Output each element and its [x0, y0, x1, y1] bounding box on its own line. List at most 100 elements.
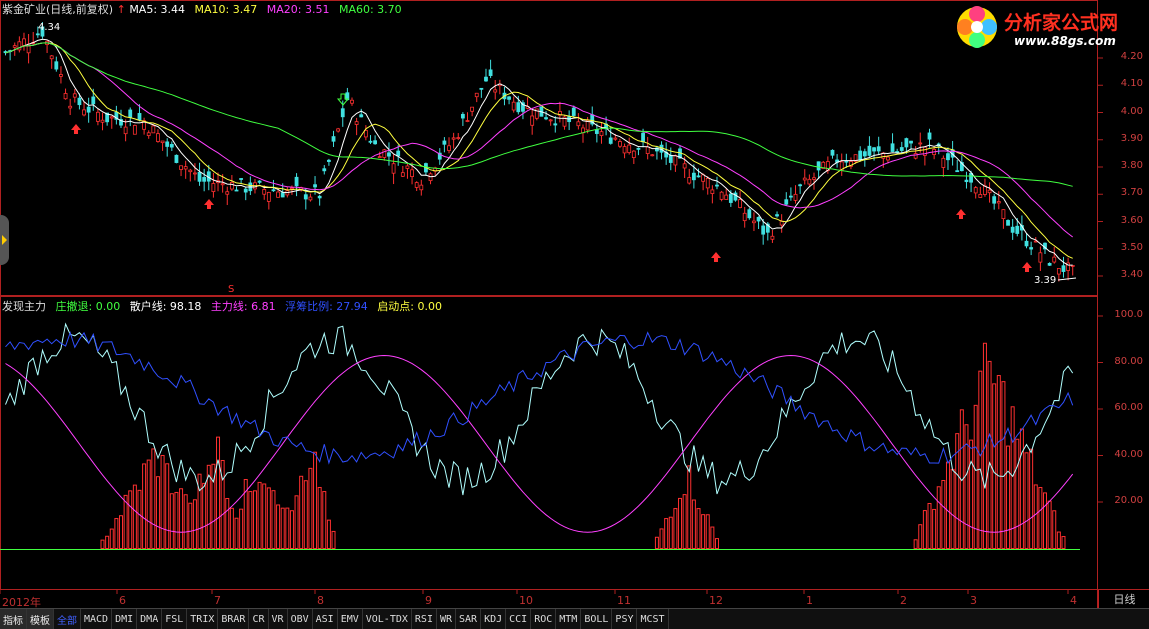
tab-wr[interactable]: WR — [437, 609, 457, 629]
candle-body — [987, 189, 992, 194]
indicator-bar — [257, 481, 262, 550]
tab-指标[interactable]: 指标 — [0, 609, 27, 629]
period-selector[interactable]: 日线 — [1098, 590, 1149, 608]
tab-asi[interactable]: ASI — [313, 609, 338, 629]
indicator-bar — [922, 510, 927, 550]
tab-brar[interactable]: BRAR — [218, 609, 250, 629]
site-logo: 分析家公式网 www.88gs.com — [952, 2, 1142, 52]
indicator-bar — [987, 360, 992, 549]
candle-body — [447, 145, 451, 151]
indicator-bar — [1001, 381, 1006, 549]
buy-arrow-icon — [1022, 262, 1032, 272]
candle-body — [373, 140, 378, 145]
candle-body — [927, 132, 932, 140]
candle-body — [844, 160, 849, 163]
indicator-bar — [151, 448, 156, 550]
indicator-bar — [188, 502, 193, 550]
tab-rsi[interactable]: RSI — [412, 609, 437, 629]
candle-body — [156, 133, 160, 142]
candle-body — [742, 212, 747, 222]
tab-roc[interactable]: ROC — [531, 609, 557, 629]
indicator-tick-label: 40.00 — [1114, 448, 1143, 460]
indicator-bar — [313, 451, 318, 549]
tab-emv[interactable]: EMV — [338, 609, 363, 629]
candle-body — [179, 165, 183, 170]
price-tick-label: 3.70 — [1120, 187, 1143, 199]
candle-body — [530, 115, 535, 126]
indicator-bar — [317, 486, 322, 550]
indicator-bar — [1010, 406, 1015, 549]
candle-body — [1010, 226, 1015, 233]
tab-vr[interactable]: VR — [269, 609, 288, 629]
candle-body — [886, 156, 890, 161]
tab-模板[interactable]: 模板 — [27, 609, 54, 629]
candle-body — [193, 172, 197, 175]
candle-body — [109, 116, 114, 119]
indicator-bar — [1061, 536, 1066, 549]
indicator-bar — [687, 465, 692, 549]
indicator-bar — [678, 497, 683, 549]
tab-mtm[interactable]: MTM — [556, 609, 582, 629]
indicator-bar — [978, 370, 983, 550]
tab-kdj[interactable]: KDJ — [481, 609, 507, 629]
indicator-bar — [941, 479, 946, 549]
tab-sar[interactable]: SAR — [456, 609, 482, 629]
indicator-bar — [1047, 500, 1052, 549]
candle-body — [414, 182, 419, 188]
candle-body — [410, 169, 414, 177]
candle-body — [359, 114, 364, 118]
low-pointer — [1057, 277, 1077, 281]
indicator-bar — [165, 463, 170, 550]
candle-body — [728, 193, 733, 203]
indicator-bar — [299, 475, 304, 550]
candle-body — [1029, 247, 1034, 250]
indicator-bar — [668, 516, 673, 549]
tab-mcst[interactable]: MCST — [637, 609, 669, 629]
tab-dma[interactable]: DMA — [137, 609, 163, 629]
candle-body — [705, 178, 710, 189]
candle-body — [793, 193, 798, 201]
candle-body — [876, 146, 881, 152]
candle-body — [899, 147, 904, 151]
candle-body — [964, 179, 969, 183]
candle-body — [322, 168, 327, 172]
candle-body — [1047, 263, 1052, 266]
candle-body — [973, 187, 978, 194]
candle-body — [35, 33, 40, 36]
expand-left-arrow-icon[interactable] — [0, 215, 9, 265]
candle-body — [1061, 265, 1066, 272]
candle-body — [941, 157, 946, 168]
indicator-bar — [183, 494, 188, 549]
month-label: 1 — [806, 594, 813, 607]
candle-body — [789, 195, 793, 198]
candlestick-series — [3, 22, 1075, 282]
candle-body — [363, 129, 368, 138]
tab-macd[interactable]: MACD — [81, 609, 113, 629]
month-label: 10 — [519, 594, 533, 607]
indicator-bar — [100, 539, 105, 549]
indicator-bar — [105, 535, 110, 549]
price-tick-label: 4.00 — [1120, 105, 1143, 117]
tab-trix[interactable]: TRIX — [187, 609, 219, 629]
tab-psy[interactable]: PSY — [612, 609, 638, 629]
tab-dmi[interactable]: DMI — [112, 609, 138, 629]
tab-boll[interactable]: BOLL — [581, 609, 613, 629]
candle-body — [377, 156, 382, 159]
candle-body — [387, 152, 391, 157]
indicator-name[interactable]: 发现主力 — [2, 300, 46, 313]
tab-全部[interactable]: 全部 — [54, 609, 81, 629]
candle-body — [622, 146, 627, 154]
candle-body — [405, 165, 410, 169]
tab-cr[interactable]: CR — [249, 609, 269, 629]
indicator-bar — [1029, 448, 1034, 550]
candle-body — [419, 184, 424, 191]
candle-body — [553, 123, 558, 126]
candle-body — [511, 101, 516, 111]
tab-obv[interactable]: OBV — [288, 609, 313, 629]
indicator-bar — [1024, 452, 1029, 549]
candle-body — [516, 102, 521, 113]
indicator-bar — [225, 497, 230, 550]
tab-fsl[interactable]: FSL — [162, 609, 188, 629]
tab-vol-tdx[interactable]: VOL-TDX — [363, 609, 412, 629]
tab-cci[interactable]: CCI — [506, 609, 532, 629]
